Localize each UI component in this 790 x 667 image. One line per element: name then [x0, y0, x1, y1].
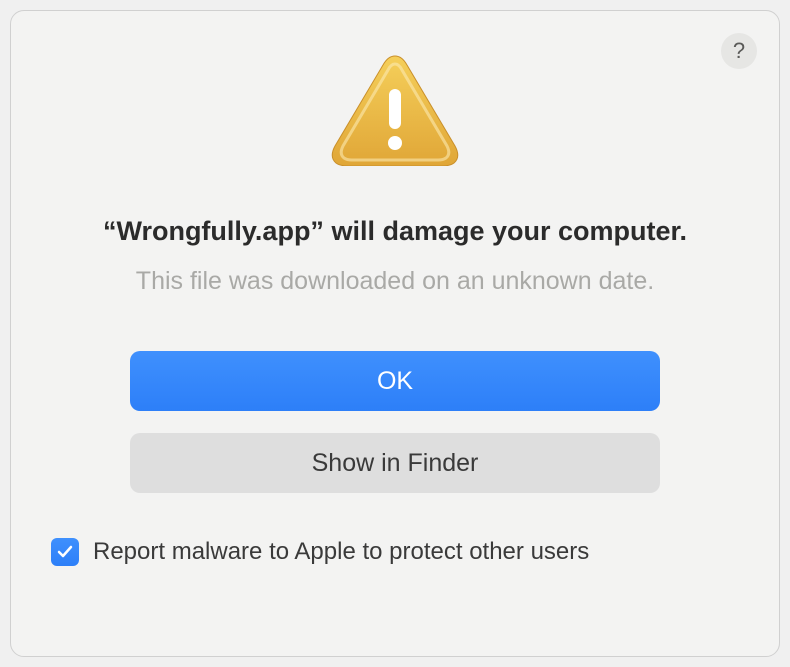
alert-dialog: ? “Wrongfully.app” will damage your comp…: [10, 10, 780, 657]
report-malware-label[interactable]: Report malware to Apple to protect other…: [93, 538, 589, 566]
show-in-finder-button[interactable]: Show in Finder: [130, 433, 660, 493]
report-malware-checkbox[interactable]: [51, 538, 79, 566]
button-group: OK Show in Finder: [130, 351, 660, 493]
warning-icon: [330, 51, 460, 171]
alert-subtitle: This file was downloaded on an unknown d…: [136, 267, 654, 296]
ok-button[interactable]: OK: [130, 351, 660, 411]
help-button[interactable]: ?: [721, 33, 757, 69]
warning-triangle-icon: [330, 51, 460, 166]
alert-title: “Wrongfully.app” will damage your comput…: [103, 216, 687, 247]
report-malware-row: Report malware to Apple to protect other…: [51, 538, 589, 566]
checkmark-icon: [55, 542, 75, 562]
